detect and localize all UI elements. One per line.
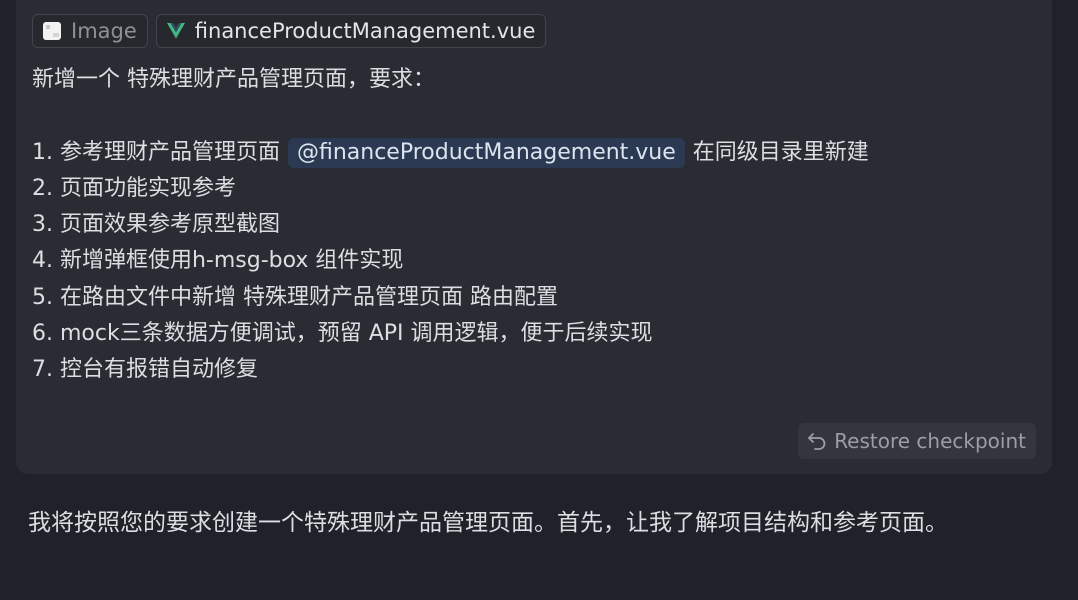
restore-checkpoint-button[interactable]: Restore checkpoint: [798, 423, 1036, 459]
file-attachment-label: financeProductManagement.vue: [194, 19, 536, 43]
file-mention[interactable]: @financeProductManagement.vue: [287, 137, 685, 168]
file-attachment-chip[interactable]: financeProductManagement.vue: [155, 14, 547, 48]
prompt-line-2: 2. 页面功能实现参考: [32, 175, 236, 201]
vue-icon: [165, 20, 187, 42]
chat-panel: Image financeProductManagement.vue 新增一个 …: [0, 0, 1078, 600]
prompt-line-1-suffix: 在同级目录里新建: [692, 139, 869, 165]
restore-checkpoint-label: Restore checkpoint: [834, 429, 1026, 453]
image-attachment-label: Image: [71, 19, 137, 43]
undo-arrow-icon: [806, 430, 828, 452]
assistant-message-text: 我将按照您的要求创建一个特殊理财产品管理页面。首先，让我了解项目结构和参考页面。: [28, 510, 948, 536]
attachment-list: Image financeProductManagement.vue: [32, 14, 547, 48]
prompt-line-5: 5. 在路由文件中新增 特殊理财产品管理页面 路由配置: [32, 284, 558, 310]
user-message-card[interactable]: Image financeProductManagement.vue 新增一个 …: [16, 0, 1052, 474]
image-icon: [41, 20, 63, 42]
user-message-text: 新增一个 特殊理财产品管理页面，要求： 1. 参考理财产品管理页面 @finan…: [32, 62, 1032, 389]
prompt-line-4: 4. 新增弹框使用h-msg-box 组件实现: [32, 248, 404, 274]
prompt-line-6: 6. mock三条数据方便调试，预留 API 调用逻辑，便于后续实现: [32, 321, 653, 347]
prompt-line-1-prefix: 1. 参考理财产品管理页面: [32, 139, 280, 165]
prompt-line-7: 7. 控台有报错自动修复: [32, 357, 258, 383]
prompt-line-3: 3. 页面效果参考原型截图: [32, 212, 280, 238]
prompt-line-1: 1. 参考理财产品管理页面 @financeProductManagement.…: [32, 135, 1032, 171]
prompt-intro: 新增一个 特殊理财产品管理页面，要求：: [32, 67, 435, 92]
image-attachment-chip[interactable]: Image: [32, 14, 148, 48]
